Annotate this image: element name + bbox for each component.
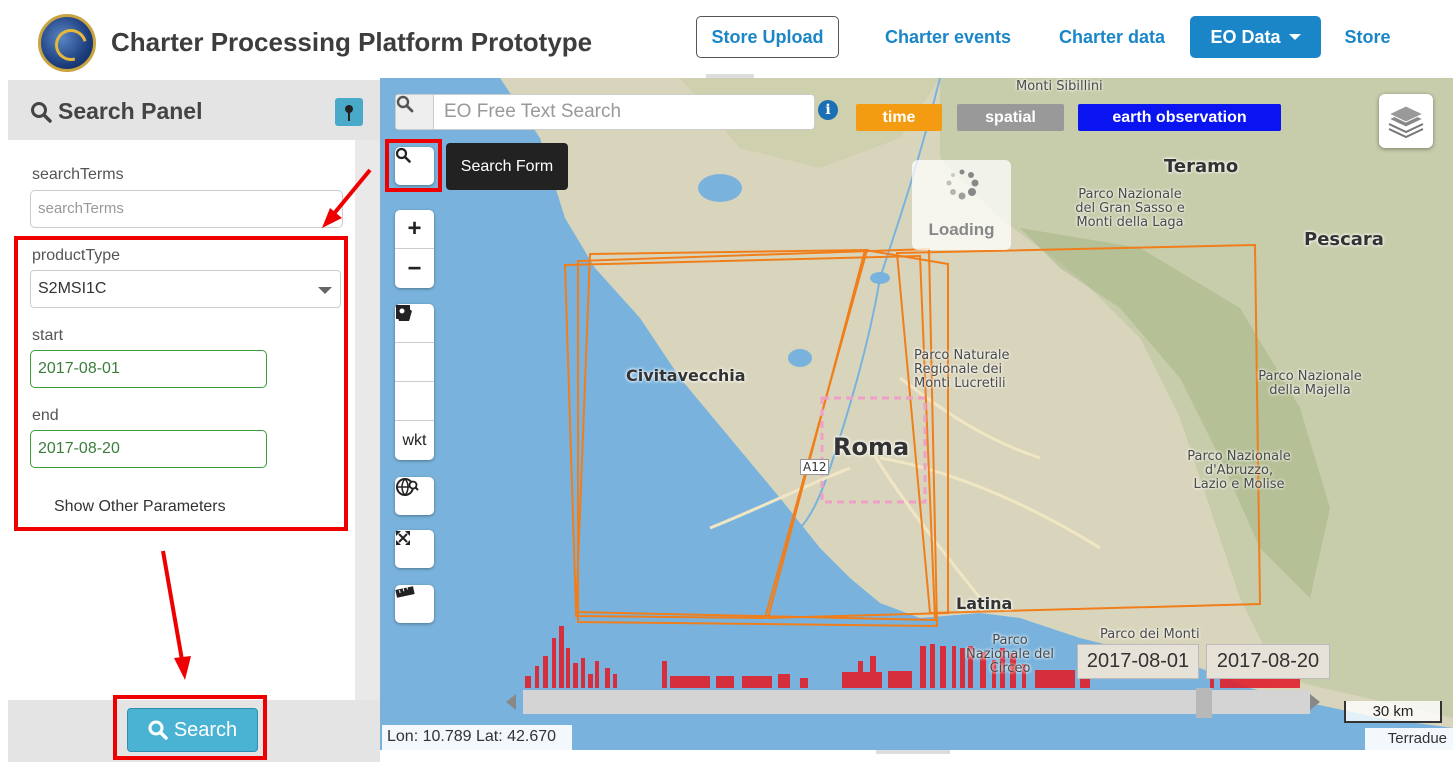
ruler-icon: [395, 586, 415, 598]
map-attribution: Terradue: [1365, 728, 1453, 750]
zoom-in-button[interactable]: +: [395, 210, 434, 249]
marker-icon: [396, 305, 408, 321]
globe-search-icon: [396, 478, 419, 496]
fullscreen-icon: [396, 531, 410, 545]
place-label: Teramo: [1164, 156, 1239, 177]
place-label: Parco Naturale Regionale dei Monti Lucre…: [914, 348, 1010, 391]
search-icon: [396, 95, 434, 129]
info-icon[interactable]: i: [818, 100, 838, 120]
cursor-coordinates: Lon: 10.789 Lat: 42.670: [382, 725, 572, 750]
search-form-button[interactable]: [395, 147, 434, 185]
place-label: Parco Nazionale d'Abruzzo, Lazio e Molis…: [1187, 449, 1291, 492]
road-label: A12: [800, 459, 830, 475]
loading-text: Loading: [928, 220, 995, 239]
search-icon: [395, 147, 411, 163]
search-placeholder: EO Free Text Search: [444, 101, 622, 122]
annotation-arrows: [161, 168, 372, 680]
place-label: Parco Nazionale della Majella: [1258, 369, 1362, 398]
map-view[interactable]: Monti Sibillini Teramo Parco Nazionale d…: [380, 78, 1453, 750]
zoom-out-button[interactable]: −: [395, 249, 434, 288]
place-label: Monti Sibillini: [1016, 79, 1103, 94]
store-upload-button[interactable]: Store Upload: [696, 16, 839, 58]
zoom-controls: + −: [395, 210, 434, 288]
nav-charter-data[interactable]: Charter data: [1042, 16, 1182, 58]
timeline-left-arrow[interactable]: [506, 694, 516, 710]
chevron-down-icon: [1288, 34, 1301, 40]
fullscreen-button[interactable]: [395, 530, 434, 568]
timeline-track[interactable]: [523, 690, 1310, 714]
draw-tools: wkt: [395, 304, 434, 460]
place-label: Parco dei Monti: [1100, 627, 1200, 642]
place-label: Roma: [833, 433, 910, 461]
search-form-tooltip: Search Form: [446, 143, 568, 190]
divider: [876, 750, 950, 754]
draw-point-button[interactable]: [395, 305, 434, 421]
scale-bar: 30 km: [1344, 701, 1442, 723]
loading-spinner-icon: [946, 169, 979, 200]
layers-icon[interactable]: [1379, 94, 1433, 148]
search-button[interactable]: Search: [127, 708, 258, 752]
place-label: Parco Nazionale del Gran Sasso e Monti d…: [1075, 187, 1185, 230]
globe-search-button[interactable]: [395, 477, 434, 515]
spatial-filter-tag[interactable]: spatial: [957, 104, 1064, 131]
nav-eo-data-label: EO Data: [1210, 26, 1281, 47]
place-label: Parco Nazionale del Circeo: [966, 633, 1054, 676]
eo-free-text-search[interactable]: EO Free Text Search: [395, 94, 815, 130]
place-label: Civitavecchia: [626, 366, 746, 385]
measure-button[interactable]: [395, 585, 434, 623]
time-filter-tag[interactable]: time: [856, 104, 942, 131]
place-label: Latina: [956, 594, 1013, 613]
timeline-right-arrow[interactable]: [1310, 694, 1320, 710]
draw-square-button[interactable]: [395, 305, 434, 382]
timeline-start-date: 2017-08-01: [1077, 644, 1199, 679]
timeline-handle[interactable]: [1196, 688, 1212, 718]
nav-charter-events[interactable]: Charter events: [866, 16, 1030, 58]
eo-filter-tag[interactable]: earth observation: [1078, 104, 1281, 131]
nav-eo-data-dropdown[interactable]: EO Data: [1190, 16, 1321, 58]
place-label: Pescara: [1304, 229, 1384, 250]
nav-store[interactable]: Store: [1330, 16, 1405, 58]
search-button-label: Search: [173, 718, 238, 741]
search-icon: [148, 720, 168, 740]
timeline-end-date: 2017-08-20: [1206, 644, 1330, 679]
wkt-button[interactable]: wkt: [395, 421, 434, 460]
loading-indicator: Loading: [912, 160, 1011, 250]
